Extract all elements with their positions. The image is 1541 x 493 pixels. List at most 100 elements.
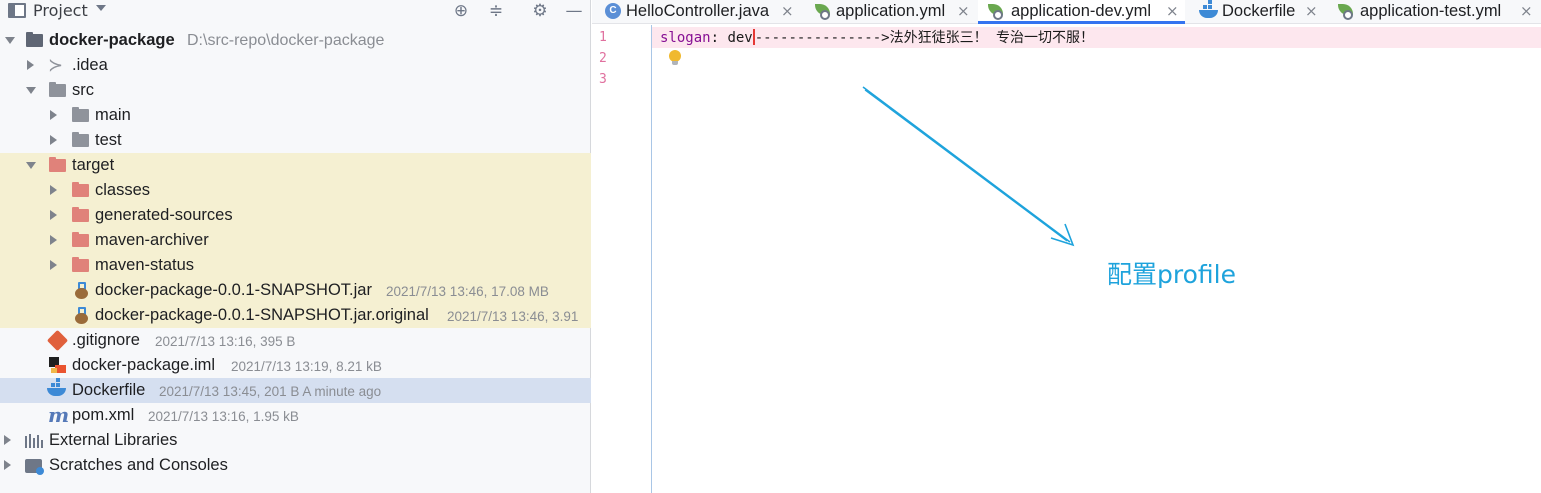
tab-application-dev-yml[interactable]: application-dev.yml ×	[978, 0, 1185, 24]
chevron-right-icon[interactable]	[50, 110, 57, 120]
tab-application-yml[interactable]: application.yml ×	[805, 0, 978, 24]
tree-item-meta: 2021/7/13 13:16, 395 B	[155, 334, 296, 349]
tree-item-iml[interactable]: docker-package.iml 2021/7/13 13:19, 8.21…	[0, 353, 591, 378]
chevron-right-icon[interactable]	[50, 210, 57, 220]
tree-item-label: Scratches and Consoles	[49, 456, 228, 474]
tab-label: application-test.yml	[1360, 2, 1502, 20]
chevron-down-icon[interactable]	[26, 162, 36, 169]
excluded-folder-icon	[72, 232, 89, 247]
tree-item-maven-status[interactable]: maven-status	[0, 253, 591, 278]
tree-item-dockerfile[interactable]: Dockerfile 2021/7/13 13:45, 201 B A minu…	[0, 378, 591, 403]
tree-item-idea[interactable]: ≻ .idea	[0, 53, 591, 78]
tab-application-test-yml[interactable]: application-test.yml ×	[1328, 0, 1541, 24]
spring-yaml-icon	[1336, 4, 1354, 20]
tree-item-meta: 2021/7/13 13:16, 1.95 kB	[148, 409, 299, 424]
close-icon[interactable]: ×	[1166, 0, 1179, 22]
tree-item-label: maven-status	[95, 256, 195, 274]
intellij-module-icon	[49, 357, 66, 374]
tree-item-scratches[interactable]: Scratches and Consoles	[0, 453, 591, 478]
annotation-text: 配置profile	[1107, 260, 1236, 289]
crosshair-icon[interactable]: ⊕	[450, 0, 472, 22]
yaml-key: slogan	[660, 30, 711, 46]
tree-item-jar[interactable]: docker-package-0.0.1-SNAPSHOT.jar 2021/7…	[0, 278, 591, 303]
chevron-right-icon[interactable]	[4, 460, 11, 470]
excluded-folder-icon	[72, 182, 89, 197]
docker-icon	[47, 378, 67, 397]
tab-label: HelloController.java	[626, 2, 770, 20]
tree-item-meta: 2021/7/13 13:45, 201 B A minute ago	[159, 384, 382, 399]
tree-item-label: docker-package	[49, 31, 175, 49]
chevron-right-icon[interactable]	[50, 185, 57, 195]
close-icon[interactable]: ×	[781, 0, 794, 22]
tree-item-jar-original[interactable]: docker-package-0.0.1-SNAPSHOT.jar.origin…	[0, 303, 591, 328]
close-icon[interactable]: ×	[1305, 0, 1318, 22]
chevron-right-icon[interactable]	[27, 60, 34, 70]
tree-item-src[interactable]: src	[0, 78, 591, 103]
project-panel-title[interactable]: Project	[33, 0, 88, 22]
tree-item-test[interactable]: test	[0, 128, 591, 153]
tree-item-label: docker-package.iml	[72, 356, 216, 374]
tree-item-pom[interactable]: m pom.xml 2021/7/13 13:16, 1.95 kB	[0, 403, 591, 428]
yaml-separator: :	[710, 30, 728, 46]
chevron-right-icon[interactable]	[50, 235, 57, 245]
tree-item-label: target	[72, 156, 115, 174]
chevron-right-icon[interactable]	[4, 435, 11, 445]
folder-icon	[72, 107, 89, 122]
tree-item-label: generated-sources	[95, 206, 233, 224]
line-number: 3	[599, 72, 607, 87]
tree-item-meta: 2021/7/13 13:46, 17.08 MB	[386, 284, 549, 299]
close-icon[interactable]: ×	[1520, 0, 1533, 22]
tree-item-classes[interactable]: classes	[0, 178, 591, 203]
idea-folder-icon: ≻	[48, 55, 64, 76]
libraries-icon	[25, 434, 43, 448]
jar-file-icon	[75, 282, 88, 299]
tree-item-main[interactable]: main	[0, 103, 591, 128]
tab-label: application-dev.yml	[1011, 2, 1152, 20]
tab-label: application.yml	[836, 2, 946, 20]
tree-item-external-libraries[interactable]: External Libraries	[0, 428, 591, 453]
chevron-down-icon[interactable]	[5, 37, 15, 44]
gear-icon[interactable]: ⚙	[529, 0, 551, 22]
project-panel-header: Project ⊕ ≑ ⚙ —	[0, 0, 591, 24]
line-number: 2	[599, 51, 607, 66]
line-number: 1	[599, 30, 607, 45]
chevron-right-icon[interactable]	[50, 260, 57, 270]
spring-yaml-icon	[986, 4, 1004, 20]
tree-item-root[interactable]: docker-package D:\src-repo\docker-packag…	[0, 28, 591, 53]
chevron-down-icon[interactable]	[96, 5, 106, 11]
yaml-value-rest: --------------->法外狂徒张三！ 专治一切不服！	[754, 30, 1095, 46]
collapse-icon[interactable]: ≑	[485, 0, 507, 22]
annotation-arrow	[862, 86, 1075, 247]
excluded-folder-icon	[72, 207, 89, 222]
tab-label: Dockerfile	[1222, 2, 1296, 20]
java-class-icon: C	[605, 3, 621, 19]
chevron-right-icon[interactable]	[50, 135, 57, 145]
tree-item-meta: 2021/7/13 13:46, 3.91	[447, 309, 579, 324]
close-icon[interactable]: ×	[957, 0, 970, 22]
tab-hello-controller[interactable]: C HelloController.java ×	[592, 0, 805, 24]
project-window-icon	[8, 3, 26, 18]
tree-item-maven-archiver[interactable]: maven-archiver	[0, 228, 591, 253]
tab-dockerfile[interactable]: Dockerfile ×	[1185, 0, 1328, 24]
folder-icon	[72, 132, 89, 147]
tree-item-gitignore[interactable]: .gitignore 2021/7/13 13:16, 395 B	[0, 328, 591, 353]
tree-item-label: .idea	[72, 56, 108, 74]
editor-gutter: 1 2 3	[592, 25, 652, 493]
tree-item-label: main	[95, 106, 131, 124]
maven-icon: m	[48, 403, 70, 427]
spring-yaml-icon	[813, 4, 831, 20]
scratches-icon	[25, 459, 44, 475]
chevron-down-icon[interactable]	[26, 87, 36, 94]
folder-icon	[49, 82, 66, 97]
tree-item-label: classes	[95, 181, 151, 199]
lightbulb-icon[interactable]	[669, 50, 681, 65]
docker-icon	[1199, 0, 1219, 19]
tree-item-label: test	[95, 131, 122, 149]
tree-item-generated-sources[interactable]: generated-sources	[0, 203, 591, 228]
tree-item-target[interactable]: target	[0, 153, 591, 178]
tree-item-label: docker-package-0.0.1-SNAPSHOT.jar.origin…	[95, 306, 429, 324]
minimize-icon[interactable]: —	[563, 0, 585, 22]
jar-file-icon	[75, 307, 88, 324]
yaml-value: dev	[727, 30, 753, 46]
code-line-1[interactable]: slogan: dev --------------->法外狂徒张三！ 专治一切不…	[660, 29, 1094, 47]
